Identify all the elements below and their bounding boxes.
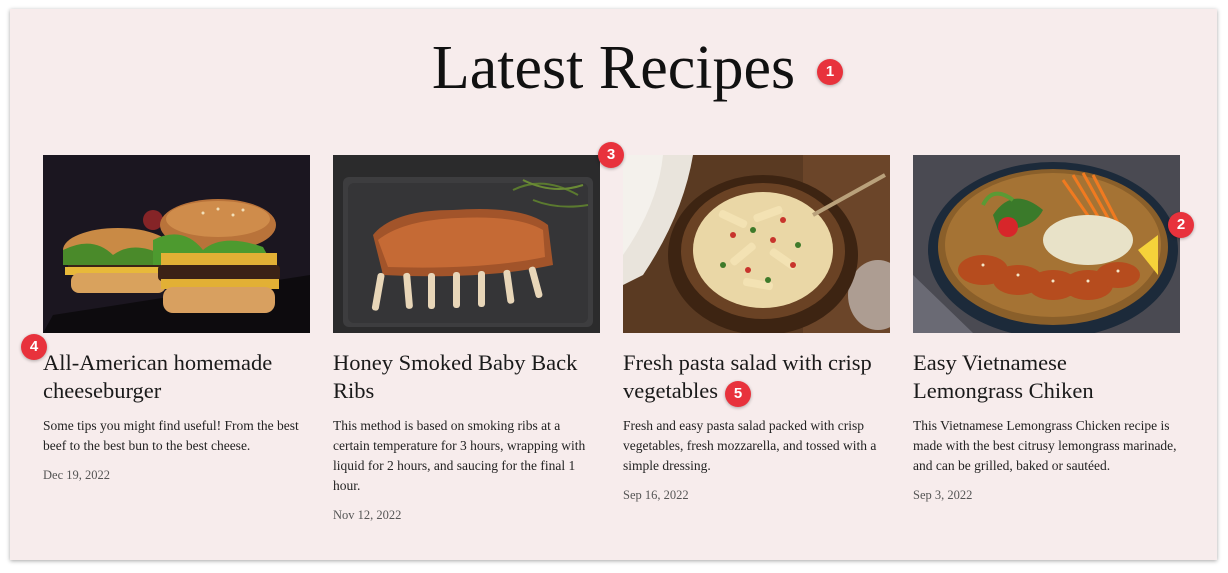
recipe-title[interactable]: Honey Smoked Baby Back Ribs (333, 349, 600, 405)
annotation-badge: 3 (598, 142, 624, 168)
cheeseburger-photo[interactable] (43, 155, 310, 333)
recipe-description: This method is based on smoking ribs at … (333, 418, 586, 493)
pasta-salad-photo[interactable] (623, 155, 890, 333)
recipe-card[interactable]: All-American homemade cheeseburger Some … (43, 155, 310, 484)
recipe-card[interactable]: Fresh pasta salad with crisp vegetables … (623, 155, 890, 504)
recipe-date: Sep 3, 2022 (913, 488, 973, 502)
recipe-description: Some tips you might find useful! From th… (43, 418, 299, 453)
recipe-title[interactable]: Easy Vietnamese Lemongrass Chiken (913, 349, 1180, 405)
annotation-badge: 5 (725, 381, 751, 407)
recipe-title[interactable]: All-American homemade cheeseburger (43, 349, 310, 405)
recipe-card[interactable]: Honey Smoked Baby Back Ribs This method … (333, 155, 600, 524)
recipe-description: This Vietnamese Lemongrass Chicken recip… (913, 418, 1177, 473)
recipe-date: Sep 16, 2022 (623, 488, 689, 502)
annotation-badge: 1 (817, 59, 843, 85)
recipe-date: Dec 19, 2022 (43, 468, 110, 482)
recipe-date: Nov 12, 2022 (333, 508, 402, 522)
lemongrass-chicken-photo[interactable] (913, 155, 1180, 333)
annotation-badge: 4 (21, 334, 47, 360)
recipe-description: Fresh and easy pasta salad packed with c… (623, 418, 877, 473)
recipe-title[interactable]: Fresh pasta salad with crisp vegetables (623, 349, 890, 405)
recipe-card[interactable]: Easy Vietnamese Lemongrass Chiken This V… (913, 155, 1180, 504)
section-title: Latest Recipes (431, 34, 796, 102)
latest-recipes-section: Latest Recipes All-American homemade che… (10, 9, 1217, 560)
annotation-badge: 2 (1168, 212, 1194, 238)
ribs-photo[interactable] (333, 155, 600, 333)
